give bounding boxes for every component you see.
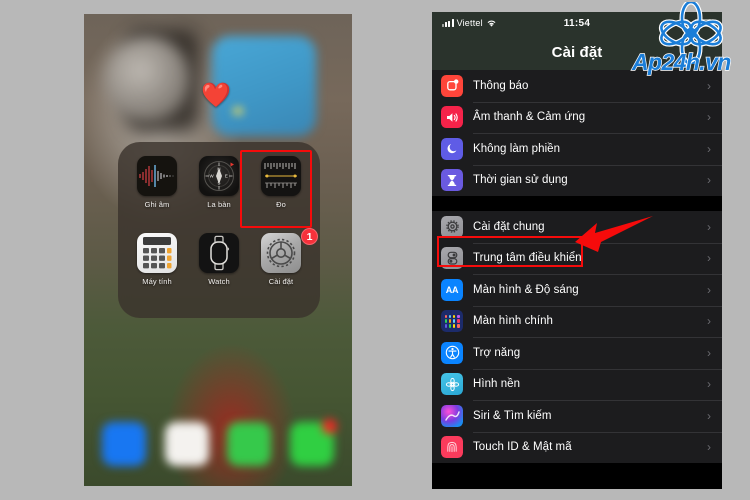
touch-id-icon <box>441 436 463 459</box>
chevron-right-icon: › <box>707 282 711 297</box>
settings-row-khong-lam-phien[interactable]: Không làm phiền › <box>432 133 722 165</box>
chevron-right-icon: › <box>707 408 711 423</box>
app-do[interactable]: Đo <box>250 156 312 233</box>
settings-group-notifications: Thông báo › Âm thanh & Cảm ứng › Không l… <box>432 70 722 196</box>
app-watch[interactable]: Watch <box>188 233 250 310</box>
chevron-right-icon: › <box>707 345 711 360</box>
settings-row-label: Siri & Tìm kiếm <box>473 409 552 422</box>
settings-row-label: Màn hình & Độ sáng <box>473 283 579 296</box>
settings-row-man-hinh-do-sang[interactable]: AA Màn hình & Độ sáng › <box>432 274 722 306</box>
app-la-ban[interactable]: N S W E La bàn <box>188 156 250 233</box>
home-screen-icon <box>441 310 463 333</box>
chevron-right-icon: › <box>707 78 711 93</box>
navigation-bar: Cài đặt <box>432 34 722 70</box>
screen-time-icon <box>441 169 463 192</box>
settings-row-label: Không làm phiền <box>473 142 561 155</box>
settings-row-am-thanh[interactable]: Âm thanh & Cảm ứng › <box>432 101 722 134</box>
chevron-right-icon: › <box>707 377 711 392</box>
voice-memos-icon <box>137 156 177 196</box>
siri-search-icon <box>441 404 463 427</box>
watch-icon <box>199 233 239 273</box>
settings-row-label: Trợ năng <box>473 346 521 359</box>
wallpaper-widget-circle <box>104 36 190 122</box>
settings-row-label: Màn hình chính <box>473 315 553 328</box>
settings-row-label: Trung tâm điều khiển <box>473 252 582 265</box>
settings-group-general: Cài đặt chung › Trung tâm điều khiển › A… <box>432 211 722 463</box>
settings-row-thoi-gian-su-dung[interactable]: Thời gian sử dụng › <box>432 164 722 197</box>
svg-text:E: E <box>225 174 228 179</box>
page-title: Cài đặt <box>551 43 603 61</box>
group-separator <box>432 196 722 211</box>
messages-app-icon[interactable] <box>289 419 337 466</box>
aa-glyph: AA <box>445 284 459 295</box>
settings-row-label: Thông báo <box>473 79 529 92</box>
svg-text:W: W <box>210 174 215 179</box>
safari-app-icon[interactable] <box>164 422 209 466</box>
heart-emoji: ❤️ <box>201 82 231 109</box>
status-bar-time: 11:54 <box>563 17 591 29</box>
chevron-right-icon: › <box>707 141 711 156</box>
settings-row-hinh-nen[interactable]: Hình nền › <box>432 368 722 401</box>
chevron-right-icon: › <box>707 251 711 266</box>
compass-icon: N S W E <box>199 156 239 196</box>
messages-badge <box>321 419 337 434</box>
settings-row-tro-nang[interactable]: Trợ năng › <box>432 337 722 369</box>
facebook-app-icon[interactable] <box>102 422 147 466</box>
rotation-lock-icon: ↻ <box>681 18 690 28</box>
app-ghi-am[interactable]: Ghi âm <box>126 156 188 233</box>
control-center-icon <box>441 247 463 270</box>
app-cai-dat[interactable]: 1 Cài đặt <box>250 228 318 310</box>
chevron-right-icon: › <box>707 219 711 234</box>
settings-row-touch-id[interactable]: Touch ID & Mật mã › <box>432 431 722 464</box>
chevron-right-icon: › <box>707 110 711 125</box>
battery-icon <box>694 18 714 28</box>
settings-row-label: Hình nền <box>473 378 521 391</box>
settings-row-label: Cài đặt chung <box>473 220 545 233</box>
notifications-icon <box>441 74 463 97</box>
right-phone-settings-screen: Viettel 11:54 ↻ Cài đặt Thông báo › Âm t… <box>432 12 722 489</box>
accessibility-icon <box>441 341 463 364</box>
app-label: Ghi âm <box>144 200 170 209</box>
settings-row-label: Thời gian sử dụng <box>473 174 568 187</box>
settings-list[interactable]: Thông báo › Âm thanh & Cảm ứng › Không l… <box>432 70 722 489</box>
display-brightness-icon: AA <box>441 278 463 301</box>
app-label: Cài đặt <box>268 277 294 286</box>
settings-row-man-hinh-chinh[interactable]: Màn hình chính › <box>432 305 722 338</box>
settings-gear-icon <box>261 233 301 273</box>
chevron-right-icon: › <box>707 314 711 329</box>
wallpaper-icon <box>441 373 463 396</box>
settings-row-label: Touch ID & Mật mã <box>473 441 572 454</box>
sounds-haptics-icon <box>441 106 463 129</box>
settings-row-thong-bao[interactable]: Thông báo › <box>432 70 722 102</box>
do-not-disturb-icon <box>441 137 463 160</box>
measure-icon <box>261 156 301 196</box>
chevron-right-icon: › <box>707 440 711 455</box>
chevron-right-icon: › <box>707 173 711 188</box>
wallpaper-widget-blue-detail <box>232 106 244 116</box>
settings-row-siri-tim-kiem[interactable]: Siri & Tìm kiếm › <box>432 400 722 432</box>
status-bar: Viettel 11:54 ↻ <box>432 12 722 34</box>
app-label: Đo <box>276 200 286 209</box>
calculator-icon <box>137 233 177 273</box>
settings-row-label: Âm thanh & Cảm ứng <box>473 111 586 124</box>
home-screen-dock <box>84 402 352 486</box>
app-folder[interactable]: Ghi âm N S W E <box>118 142 320 318</box>
settings-row-trung-tam-dieu-khien[interactable]: Trung tâm điều khiển › <box>432 242 722 275</box>
settings-badge-count: 1 <box>301 228 318 245</box>
general-gear-icon <box>441 215 463 238</box>
app-label: Máy tính <box>142 277 172 286</box>
home-grid-dots <box>444 314 460 328</box>
app-may-tinh[interactable]: Máy tính <box>126 233 188 310</box>
app-label: Watch <box>208 277 230 286</box>
left-phone-home-screen: ❤️ Ghi âm W E La bàn Đo Máy tính Watch 1… <box>84 14 352 486</box>
phone-app-icon[interactable] <box>227 422 272 466</box>
settings-row-cai-dat-chung[interactable]: Cài đặt chung › <box>432 211 722 243</box>
app-label: La bàn <box>207 200 231 209</box>
